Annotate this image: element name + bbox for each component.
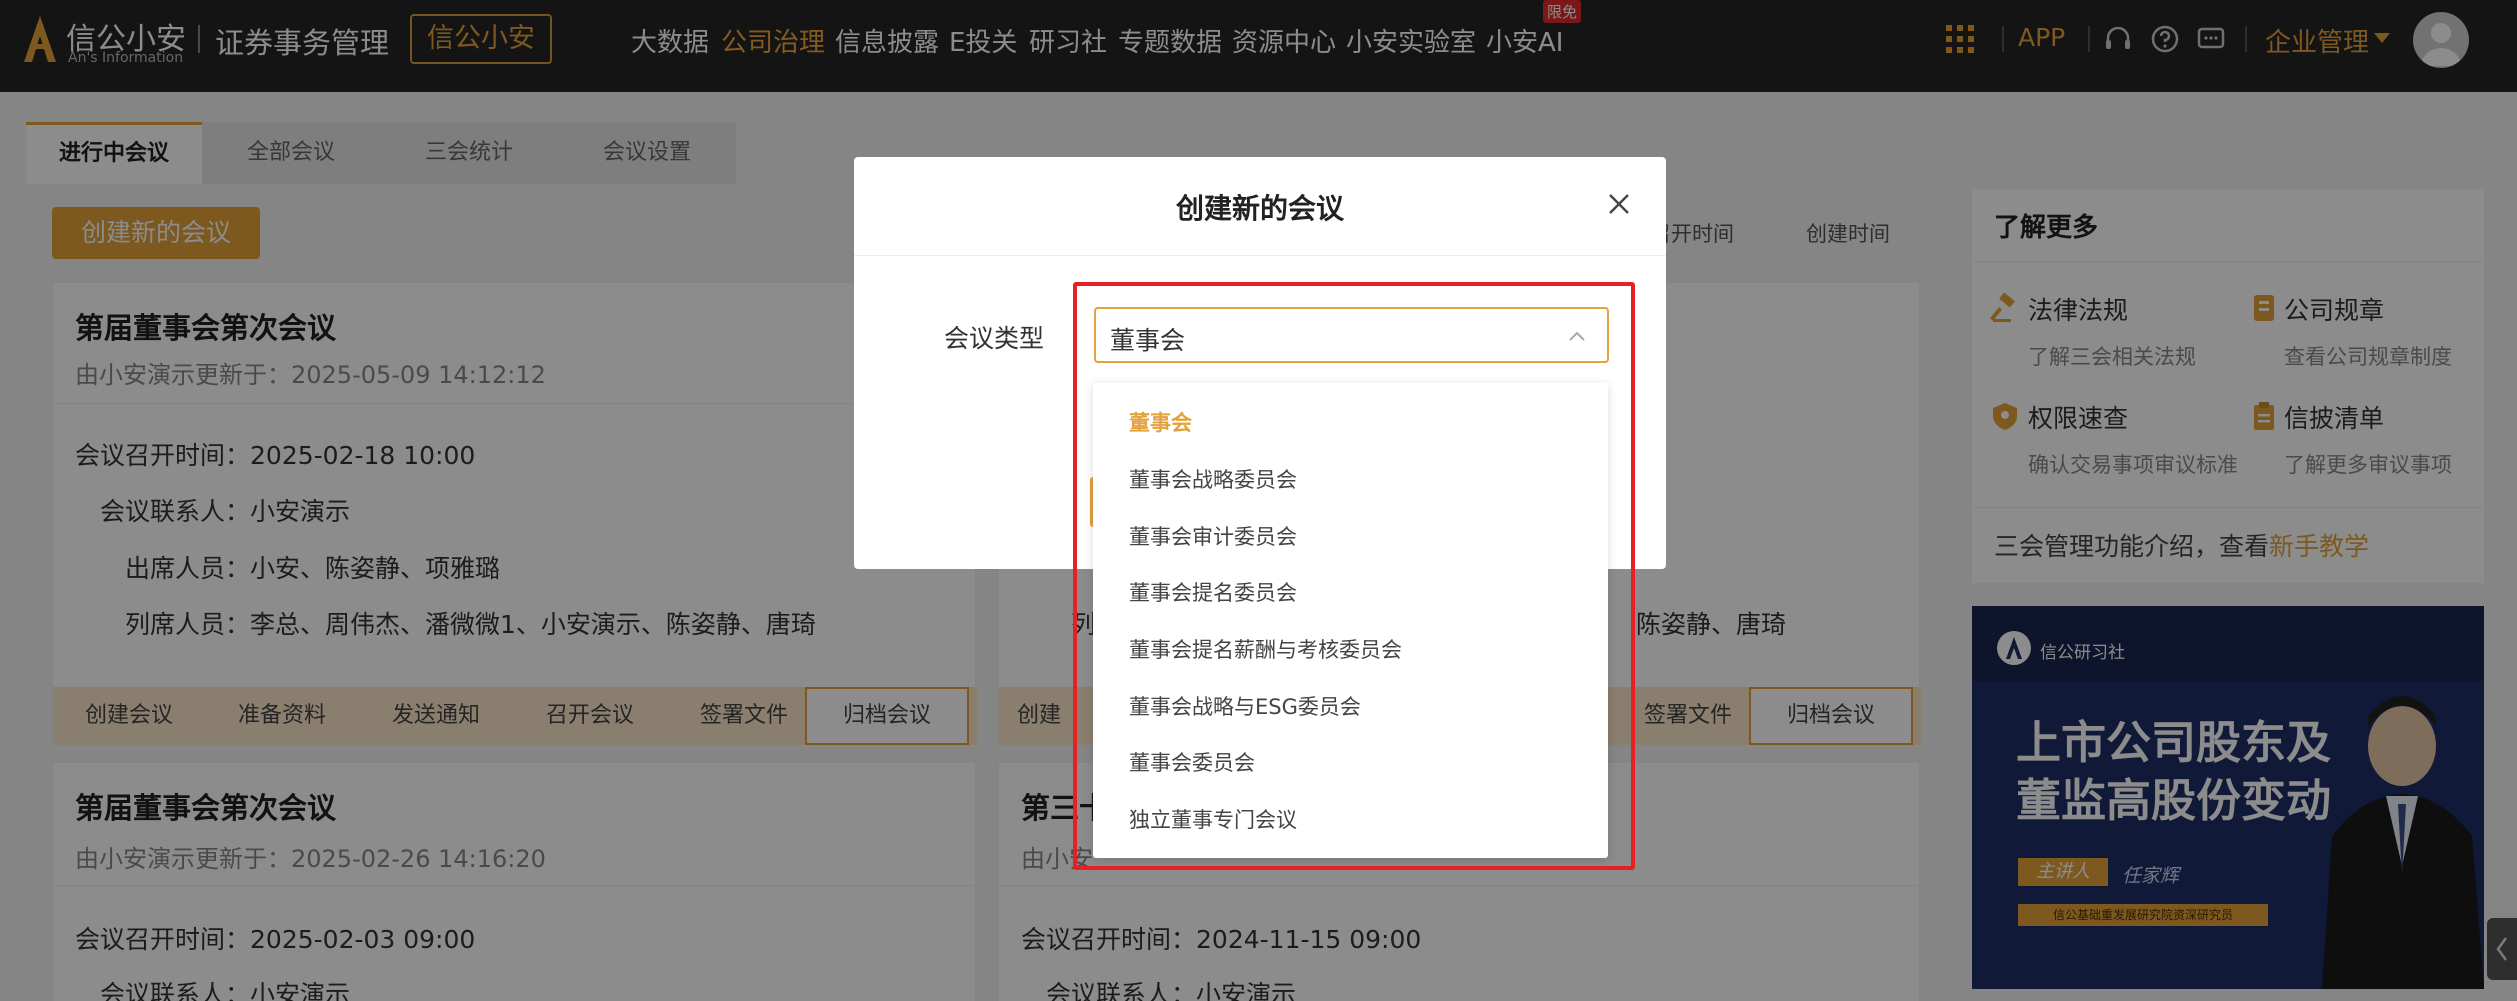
annotation-highlight <box>1073 282 1635 870</box>
close-icon[interactable] <box>1606 191 1632 217</box>
dialog-title: 创建新的会议 <box>1175 192 1344 225</box>
divider <box>854 255 1666 256</box>
meeting-type-label: 会议类型 <box>944 324 1045 353</box>
